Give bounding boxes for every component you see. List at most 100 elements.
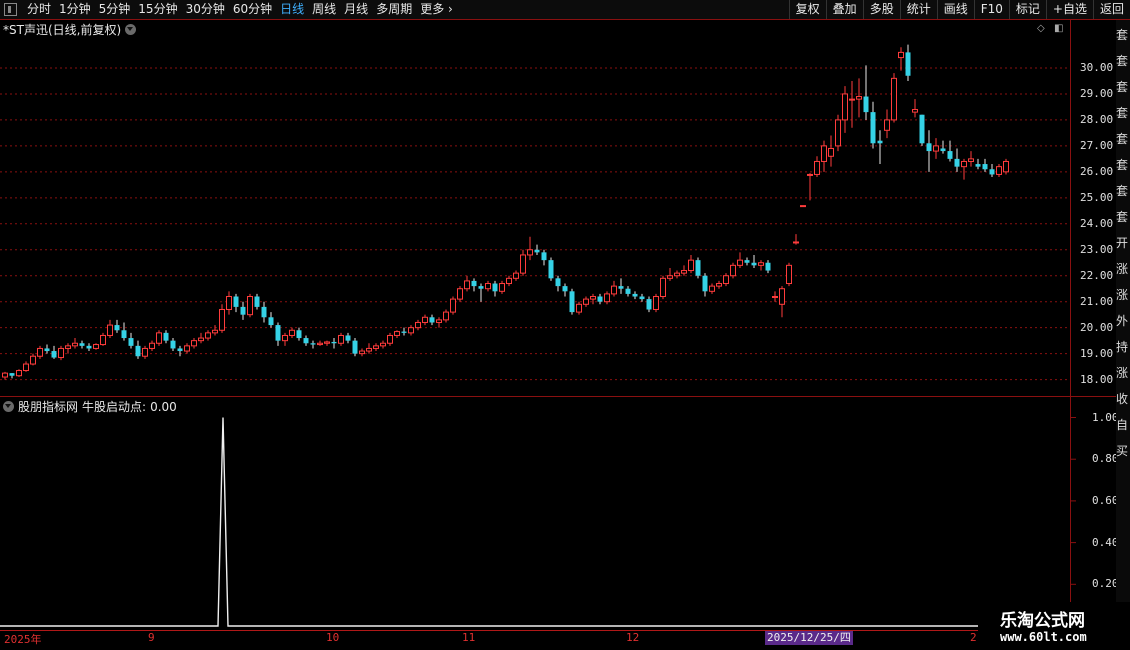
- candle-body: [625, 288, 631, 294]
- candle: [324, 340, 330, 346]
- candle-body: [660, 277, 666, 298]
- candle: [786, 262, 792, 287]
- date-axis-separator: [0, 630, 1116, 631]
- candle-body: [142, 347, 148, 357]
- candle: [422, 314, 428, 326]
- candle: [954, 148, 960, 172]
- sidebar-glyph: 涨: [1116, 262, 1129, 276]
- candle-body: [849, 98, 855, 101]
- candle-body: [121, 330, 127, 339]
- candle-body: [779, 288, 785, 305]
- candle-body: [366, 347, 372, 352]
- candle: [79, 340, 85, 349]
- candle-body: [373, 345, 379, 349]
- candle-body: [583, 298, 589, 305]
- candle: [443, 309, 449, 323]
- candle-body: [30, 355, 36, 365]
- candle-body: [541, 252, 547, 261]
- candle-body: [23, 363, 29, 372]
- candle: [632, 291, 638, 300]
- candle-body: [674, 272, 680, 277]
- candle: [569, 288, 575, 315]
- candle-body: [128, 338, 134, 346]
- candle-body: [275, 325, 281, 341]
- signal-label: 牛股启动点:: [82, 400, 147, 414]
- candle-body: [884, 119, 890, 131]
- candle-body: [226, 296, 232, 310]
- candle: [65, 343, 71, 354]
- candle: [933, 138, 939, 159]
- candle-body: [695, 260, 701, 276]
- candle: [387, 332, 393, 346]
- candle: [870, 101, 876, 149]
- candle-body: [835, 119, 841, 147]
- price-tick-label: 21.00: [1080, 294, 1114, 308]
- candle: [191, 338, 197, 349]
- candle-body: [744, 260, 750, 263]
- candle-body: [975, 164, 981, 167]
- candle-body: [450, 298, 456, 313]
- indicator-name[interactable]: 股朋指标网: [18, 398, 78, 415]
- candle: [891, 73, 897, 123]
- candle: [884, 109, 890, 139]
- candle-body: [107, 324, 113, 336]
- chevron-down-icon[interactable]: [3, 401, 14, 412]
- candle: [513, 270, 519, 281]
- candle-body: [968, 158, 974, 162]
- candle: [429, 314, 435, 326]
- candle-body: [548, 260, 554, 279]
- candle-body: [184, 345, 190, 352]
- candle-body: [415, 321, 421, 329]
- price-tick-label: 27.00: [1080, 138, 1114, 152]
- candle-body: [268, 317, 274, 326]
- candle-body: [471, 280, 477, 287]
- candle-body: [758, 262, 764, 266]
- price-tick-label: 23.00: [1080, 242, 1114, 256]
- candle: [856, 78, 862, 118]
- candle: [471, 278, 477, 292]
- candle: [982, 158, 988, 172]
- candle-body: [233, 296, 239, 307]
- candle: [863, 65, 869, 120]
- price-tick-label: 25.00: [1080, 190, 1114, 204]
- candle: [534, 244, 540, 255]
- sidebar-glyph: 持: [1116, 340, 1129, 354]
- candle: [898, 47, 904, 71]
- candle-body: [597, 296, 603, 302]
- candle: [947, 140, 953, 162]
- candle: [30, 353, 36, 366]
- candle-body: [996, 166, 1002, 175]
- kline-chart[interactable]: [0, 0, 1130, 650]
- candle: [212, 325, 218, 336]
- price-tick-label: 18.00: [1080, 372, 1114, 386]
- candle-body: [317, 342, 323, 346]
- candle-body: [639, 296, 645, 300]
- candle: [464, 275, 470, 292]
- candle: [737, 252, 743, 268]
- candle: [527, 236, 533, 261]
- candle: [702, 273, 708, 297]
- candle: [674, 270, 680, 279]
- candle: [478, 283, 484, 302]
- candle: [485, 280, 491, 292]
- candle-body: [814, 160, 820, 175]
- candle: [331, 338, 337, 349]
- candle: [814, 156, 820, 178]
- candle-body: [331, 341, 337, 344]
- candle-body: [149, 342, 155, 349]
- candle-body: [58, 347, 64, 359]
- candle-body: [219, 308, 225, 331]
- candle: [695, 257, 701, 279]
- candle: [114, 319, 120, 333]
- candle-body: [296, 330, 302, 339]
- date-label-sep: 9: [148, 631, 155, 644]
- sidebar-glyph: 套: [1116, 54, 1129, 68]
- candle-body: [324, 341, 330, 344]
- candle: [401, 327, 407, 336]
- candle: [226, 291, 232, 315]
- candle: [562, 283, 568, 297]
- candle: [338, 332, 344, 346]
- candle-body: [723, 275, 729, 285]
- right-info-sidebar: 套套套套套套套套开涨涨外持涨收自买: [1116, 20, 1130, 630]
- sidebar-glyph: 外: [1116, 314, 1129, 328]
